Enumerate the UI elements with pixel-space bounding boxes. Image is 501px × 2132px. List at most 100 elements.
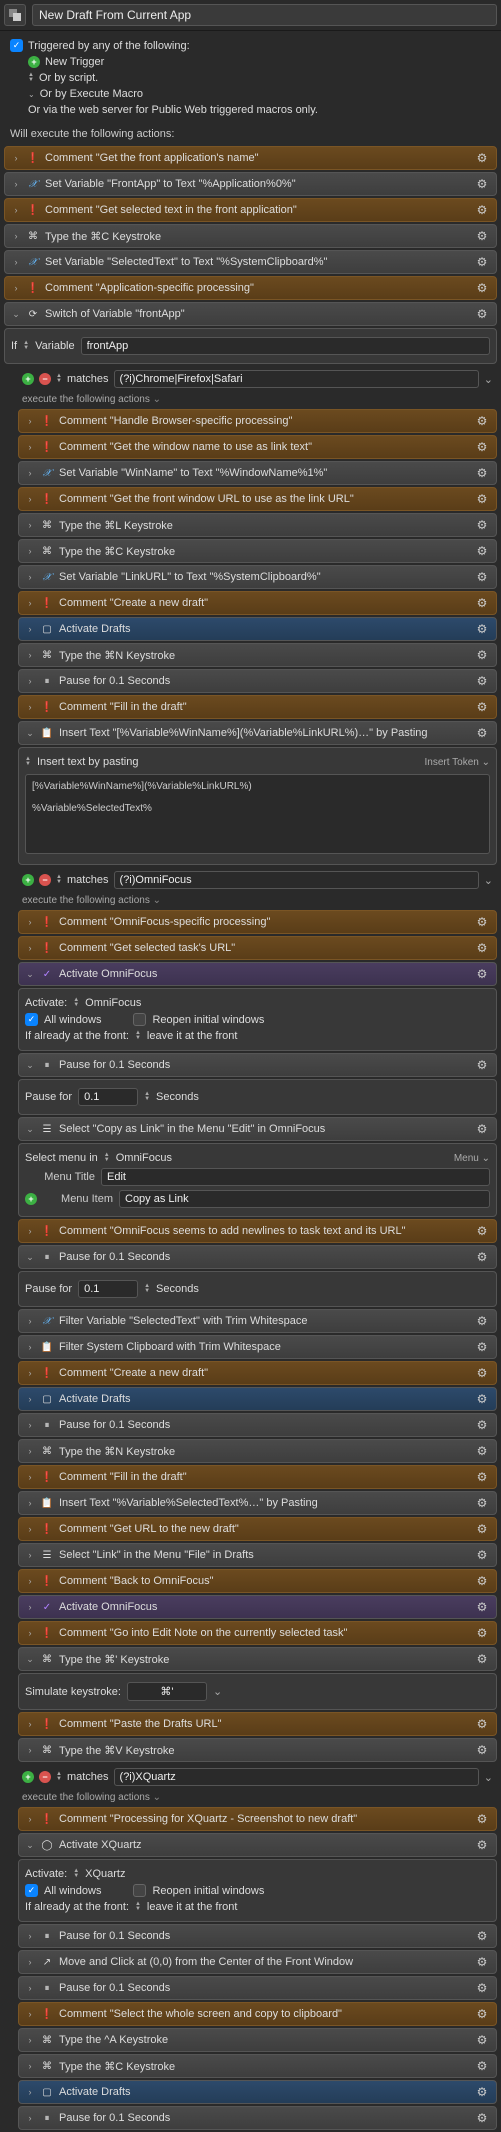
action-activate[interactable]: ›▢Activate Drafts⚙ [18,1387,497,1411]
action-select-menu[interactable]: ⌄☰Select "Copy as Link" in the Menu "Edi… [18,1117,497,1141]
action-filter[interactable]: ›𝒳Filter Variable "SelectedText" with Tr… [18,1309,497,1333]
action-insert-text[interactable]: ⌄📋Insert Text "[%Variable%WinName%](%Var… [18,721,497,745]
insert-text-content[interactable]: [%Variable%WinName%](%Variable%LinkURL%)… [25,774,490,854]
action-move-click[interactable]: ›↗Move and Click at (0,0) from the Cente… [18,1950,497,1974]
keystroke-display[interactable]: ⌘' [127,1682,207,1701]
action-keystroke[interactable]: ›⌘Type the ⌘C Keystroke⚙ [18,2054,497,2078]
action-keystroke[interactable]: ⌄⌘Type the ⌘' Keystroke⚙ [18,1647,497,1671]
updown-icon: ▲▼ [28,73,34,83]
action-pause[interactable]: ›⏸Pause for 0.1 Seconds⚙ [18,1413,497,1437]
action-comment[interactable]: ›❗Comment "OmniFocus-specific processing… [18,910,497,934]
action-activate[interactable]: ⌄✓Activate OmniFocus⚙ [18,962,497,986]
menu-panel: Select menu in▲▼OmniFocusMenu ⌄ Menu Tit… [18,1143,497,1217]
all-windows-check[interactable]: ✓ [25,1884,38,1897]
action-keystroke[interactable]: ›⌘Type the ⌘V Keystroke⚙ [18,1738,497,1762]
macro-title-input[interactable] [32,4,497,26]
trigger-enabled-check[interactable]: ✓ [10,39,23,52]
action-activate[interactable]: ›▢Activate Drafts⚙ [18,617,497,641]
action-pause[interactable]: ›⏸Pause for 0.1 Seconds⚙ [18,2106,497,2130]
gear-icon[interactable]: ⚙ [474,228,490,244]
remove-case-button[interactable]: − [39,1771,51,1783]
action-filter[interactable]: ›📋Filter System Clipboard with Trim Whit… [18,1335,497,1359]
keystroke-panel: Simulate keystroke:⌘'⌄ [18,1673,497,1710]
action-comment[interactable]: ›❗Comment "Fill in the draft"⚙ [18,695,497,719]
action-comment[interactable]: ›❗Comment "Create a new draft"⚙ [18,1361,497,1385]
action-keystroke[interactable]: ›⌘Type the ⌘L Keystroke⚙ [18,513,497,537]
action-select-menu[interactable]: ›☰Select "Link" in the Menu "File" in Dr… [18,1543,497,1567]
new-trigger-label: New Trigger [45,56,104,68]
action-comment[interactable]: ›❗Comment "Paste the Drafts URL"⚙ [18,1712,497,1736]
gear-icon[interactable]: ⚙ [474,150,490,166]
menu-dropdown[interactable]: Menu ⌄ [454,1153,490,1164]
pause-icon: ⏸ [40,674,54,688]
gear-icon[interactable]: ⚙ [474,280,490,296]
add-menu-item[interactable]: + [25,1193,37,1205]
regex-input[interactable] [114,1768,479,1786]
remove-case-button[interactable]: − [39,373,51,385]
action-set-variable[interactable]: ›𝒳Set Variable "SelectedText" to Text "%… [4,250,497,274]
macro-icon [4,4,26,26]
action-keystroke[interactable]: ›⌘Type the ^A Keystroke⚙ [18,2028,497,2052]
add-case-button[interactable]: + [22,874,34,886]
action-pause[interactable]: ›⏸Pause for 0.1 Seconds⚙ [18,669,497,693]
action-comment[interactable]: ›❗Comment "Get selected task's URL"⚙ [18,936,497,960]
gear-icon[interactable]: ⚙ [474,306,490,322]
updown-icon[interactable]: ▲▼ [23,341,29,351]
action-pause[interactable]: ⌄⏸Pause for 0.1 Seconds⚙ [18,1245,497,1269]
exec-header: Will execute the following actions: [0,124,501,144]
clipboard-icon: 📋 [40,726,54,740]
keyboard-icon: ⌘ [26,229,40,243]
reopen-check[interactable] [133,1013,146,1026]
gear-icon[interactable]: ⚙ [474,176,490,192]
pause-value-input[interactable] [78,1280,138,1298]
reopen-check[interactable] [133,1884,146,1897]
action-comment[interactable]: ›❗Comment "Back to OmniFocus"⚙ [18,1569,497,1593]
action-comment[interactable]: ›❗Comment "Fill in the draft"⚙ [18,1465,497,1489]
action-comment[interactable]: ›❗Comment "Get selected text in the fron… [4,198,497,222]
variable-name-input[interactable] [81,337,490,355]
action-comment[interactable]: ›❗Comment "Handle Browser-specific proce… [18,409,497,433]
action-activate[interactable]: ›▢Activate Drafts⚙ [18,2080,497,2104]
action-comment[interactable]: ›❗Comment "Create a new draft"⚙ [18,591,497,615]
action-keystroke[interactable]: ›⌘Type the ⌘C Keystroke⚙ [18,539,497,563]
all-windows-check[interactable]: ✓ [25,1013,38,1026]
remove-case-button[interactable]: − [39,874,51,886]
action-comment[interactable]: ›❗Comment "Go into Edit Note on the curr… [18,1621,497,1645]
action-keystroke[interactable]: ›⌘Type the ⌘N Keystroke⚙ [18,1439,497,1463]
action-comment[interactable]: ›❗Comment "Select the whole screen and c… [18,2002,497,2026]
gear-icon[interactable]: ⚙ [474,254,490,270]
action-activate[interactable]: ›✓Activate OmniFocus⚙ [18,1595,497,1619]
gear-icon[interactable]: ⚙ [474,202,490,218]
triggers-header: Triggered by any of the following: [28,40,190,52]
add-case-button[interactable]: + [22,1771,34,1783]
action-comment[interactable]: ›❗Comment "Application-specific processi… [4,276,497,300]
action-keystroke[interactable]: ›⌘Type the ⌘C Keystroke⚙ [4,224,497,248]
action-pause[interactable]: ›⏸Pause for 0.1 Seconds⚙ [18,1976,497,2000]
action-pause[interactable]: ⌄⏸Pause for 0.1 Seconds⚙ [18,1053,497,1077]
menu-title-input[interactable] [101,1168,490,1186]
action-comment[interactable]: ›❗Comment "Processing for XQuartz - Scre… [18,1807,497,1831]
action-pause[interactable]: ›⏸Pause for 0.1 Seconds⚙ [18,1924,497,1948]
regex-input[interactable] [114,871,479,889]
case-header: + − ▲▼ matches ⌄ [14,867,501,893]
pause-value-input[interactable] [78,1088,138,1106]
action-set-variable[interactable]: ›𝒳Set Variable "WinName" to Text "%Windo… [18,461,497,485]
action-keystroke[interactable]: ›⌘Type the ⌘N Keystroke⚙ [18,643,497,667]
action-comment[interactable]: ›❗Comment "Get URL to the new draft"⚙ [18,1517,497,1541]
action-activate[interactable]: ⌄◯Activate XQuartz⚙ [18,1833,497,1857]
add-trigger-button[interactable]: + [28,56,40,68]
action-set-variable[interactable]: ›𝒳Set Variable "FrontApp" to Text "%Appl… [4,172,497,196]
action-switch[interactable]: ⌄⟳Switch of Variable "frontApp"⚙ [4,302,497,326]
add-case-button[interactable]: + [22,373,34,385]
regex-input[interactable] [114,370,479,388]
action-set-variable[interactable]: ›𝒳Set Variable "LinkURL" to Text "%Syste… [18,565,497,589]
insert-token-button[interactable]: Insert Token ⌄ [425,757,490,768]
action-insert-text[interactable]: ›📋Insert Text "%Variable%SelectedText%…"… [18,1491,497,1515]
action-comment[interactable]: ›❗Comment "OmniFocus seems to add newlin… [18,1219,497,1243]
menu-item-input[interactable] [119,1190,490,1208]
action-comment[interactable]: ›❗Comment "Get the window name to use as… [18,435,497,459]
switch-panel: If▲▼Variable [4,328,497,364]
action-comment[interactable]: ›❗Comment "Get the front application's n… [4,146,497,170]
action-comment[interactable]: ›❗Comment "Get the front window URL to u… [18,487,497,511]
updown-icon[interactable]: ▲▼ [56,374,62,384]
